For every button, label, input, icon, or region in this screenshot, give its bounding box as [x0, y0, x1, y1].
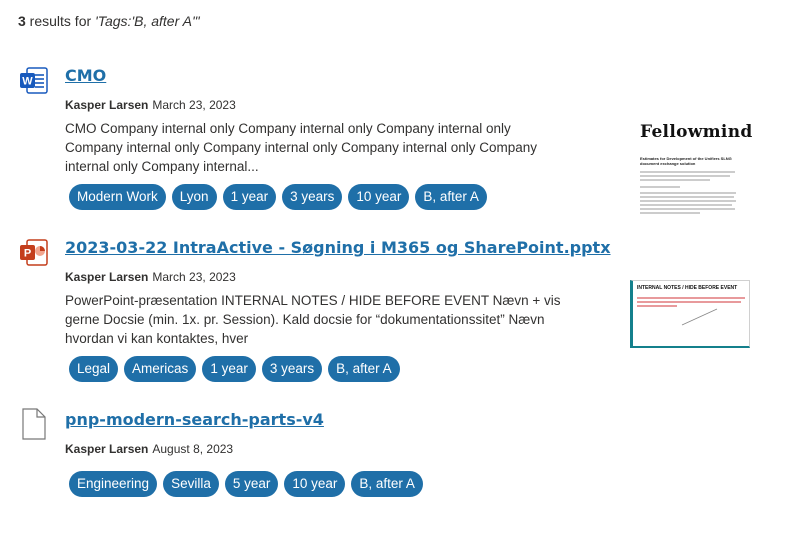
thumbnail-text-lines [640, 171, 736, 214]
thumbnail-heading: Estimates for Development of the Unifier… [640, 156, 732, 166]
svg-text:P: P [24, 248, 31, 260]
result-date: March 23, 2023 [152, 98, 236, 112]
result-thumbnail[interactable]: INTERNAL NOTES / HIDE BEFORE EVENT [630, 280, 750, 348]
tag-pill[interactable]: 10 year [284, 471, 346, 497]
result-tags: Legal Americas 1 year 3 years B, after A [69, 356, 400, 382]
result-title-link[interactable]: pnp-modern-search-parts-v4 [65, 410, 324, 429]
tag-pill[interactable]: 1 year [202, 356, 256, 382]
result-snippet: PowerPoint-præsentation INTERNAL NOTES /… [65, 293, 561, 346]
tag-pill[interactable]: B, after A [415, 184, 487, 210]
result-tags: Engineering Sevilla 5 year 10 year B, af… [69, 471, 423, 497]
tag-pill[interactable]: B, after A [328, 356, 400, 382]
tag-pill[interactable]: B, after A [351, 471, 423, 497]
tag-pill[interactable]: 3 years [282, 184, 343, 210]
generic-file-icon [22, 408, 46, 440]
tag-pill[interactable]: Americas [124, 356, 197, 382]
tag-pill[interactable]: Lyon [171, 184, 217, 210]
result-author: Kasper Larsen [65, 442, 149, 456]
result-date: March 23, 2023 [152, 270, 236, 284]
thumbnail-logo: Fellowmind [640, 122, 753, 142]
tag-pill[interactable]: Modern Work [69, 184, 166, 210]
tag-pill[interactable]: 1 year [222, 184, 277, 210]
result-meta: Kasper Larsen August 8, 2023 [65, 442, 233, 456]
result-thumbnail[interactable]: Fellowmind Estimates for Development of … [630, 118, 753, 218]
powerpoint-icon: P [20, 239, 48, 266]
result-title-link[interactable]: 2023-03-22 IntraActive - Søgning i M365 … [65, 238, 611, 257]
tag-pill[interactable]: Sevilla [163, 471, 219, 497]
result-tags: Modern Work Lyon 1 year 3 years 10 year … [69, 184, 487, 210]
results-summary: 3 results for 'Tags:'B, after A'" [18, 13, 200, 29]
tag-pill[interactable]: 3 years [261, 356, 323, 382]
tag-pill[interactable]: 10 year [348, 184, 410, 210]
result-title-link[interactable]: CMO [65, 66, 106, 85]
tag-pill[interactable]: Legal [69, 356, 119, 382]
results-count: 3 [18, 13, 26, 29]
result-author: Kasper Larsen [65, 98, 149, 112]
result-snippet: CMO Company internal only Company intern… [65, 121, 537, 174]
word-icon: W [20, 67, 48, 94]
results-query: 'Tags:'B, after A'" [95, 13, 200, 29]
thumbnail-heading: INTERNAL NOTES / HIDE BEFORE EVENT [637, 285, 738, 291]
thumbnail-text-lines [637, 297, 745, 326]
result-author: Kasper Larsen [65, 270, 149, 284]
result-meta: Kasper Larsen March 23, 2023 [65, 98, 236, 112]
tag-pill[interactable]: Engineering [69, 471, 158, 497]
tag-pill[interactable]: 5 year [224, 471, 279, 497]
svg-text:W: W [22, 76, 33, 88]
result-meta: Kasper Larsen March 23, 2023 [65, 270, 236, 284]
result-date: August 8, 2023 [152, 442, 234, 456]
results-label: results for [25, 13, 96, 29]
